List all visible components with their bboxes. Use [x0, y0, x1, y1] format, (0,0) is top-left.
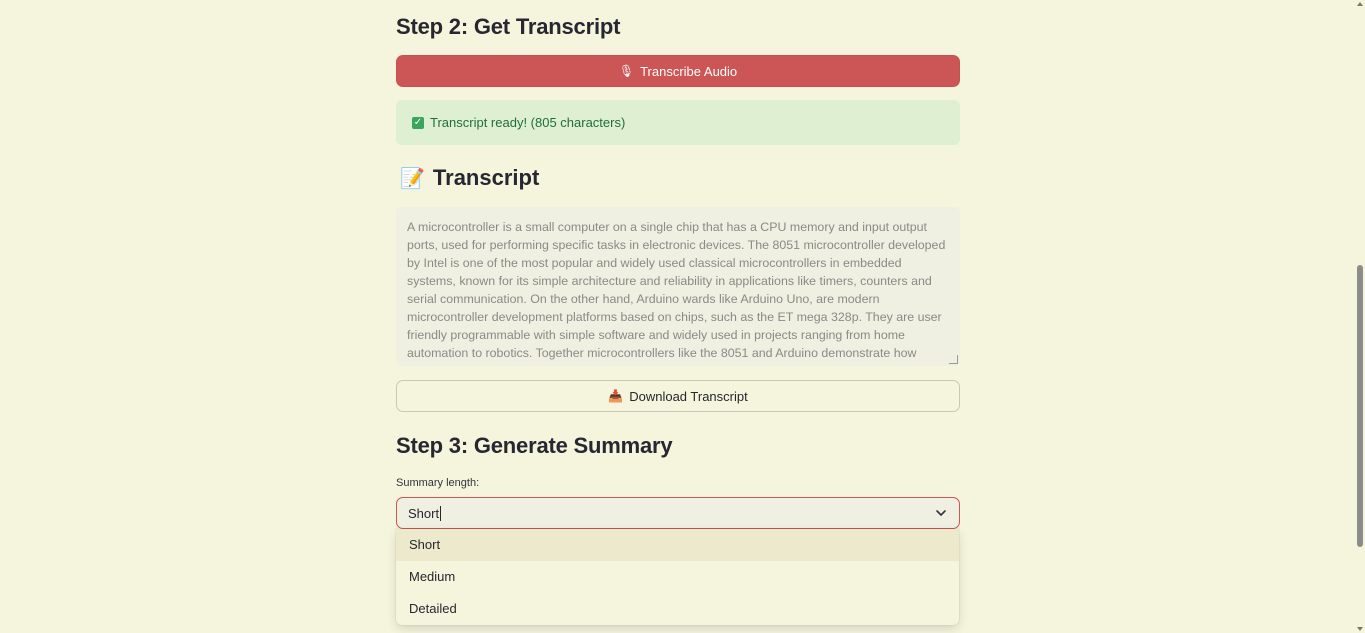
scroll-down-icon[interactable]: [1357, 627, 1363, 631]
transcribe-button-label: Transcribe Audio: [640, 63, 738, 79]
step3-heading: Step 3: Generate Summary: [396, 433, 673, 458]
download-transcript-button[interactable]: 📥 Download Transcript: [396, 380, 960, 412]
microphone-icon: 🎙: [618, 64, 635, 78]
step2-heading: Step 2: Get Transcript: [396, 14, 621, 39]
scroll-up-icon[interactable]: [1357, 2, 1363, 6]
summary-length-select[interactable]: Short: [396, 497, 960, 529]
transcript-textarea[interactable]: A microcontroller is a small computer on…: [396, 207, 960, 366]
option-short[interactable]: Short: [396, 529, 959, 561]
memo-icon: 📝: [400, 167, 425, 190]
resize-handle[interactable]: [949, 355, 958, 364]
select-value: Short: [408, 505, 440, 521]
scrollbar-thumb[interactable]: [1357, 265, 1363, 547]
success-message: Transcript ready! (805 characters): [430, 115, 626, 130]
inbox-tray-icon: 📥: [608, 389, 624, 403]
chevron-down-icon[interactable]: [935, 507, 947, 519]
option-medium[interactable]: Medium: [396, 561, 959, 593]
app-page: Step 2: Get Transcript 🎙 Transcribe Audi…: [0, 0, 1365, 633]
summary-length-dropdown: Short Medium Detailed: [396, 529, 959, 625]
summary-length-label: Summary length:: [396, 477, 480, 489]
text-cursor: [440, 505, 442, 521]
check-icon: ✓: [412, 116, 424, 129]
transcript-heading: 📝 Transcript: [400, 165, 539, 191]
page-scrollbar[interactable]: [1355, 0, 1365, 633]
transcript-text: A microcontroller is a small computer on…: [407, 220, 946, 366]
download-button-label: Download Transcript: [629, 388, 748, 404]
transcribe-audio-button[interactable]: 🎙 Transcribe Audio: [396, 55, 960, 87]
success-alert: ✓ Transcript ready! (805 characters): [396, 100, 960, 145]
option-detailed[interactable]: Detailed: [396, 593, 959, 625]
transcript-heading-label: Transcript: [432, 165, 540, 190]
